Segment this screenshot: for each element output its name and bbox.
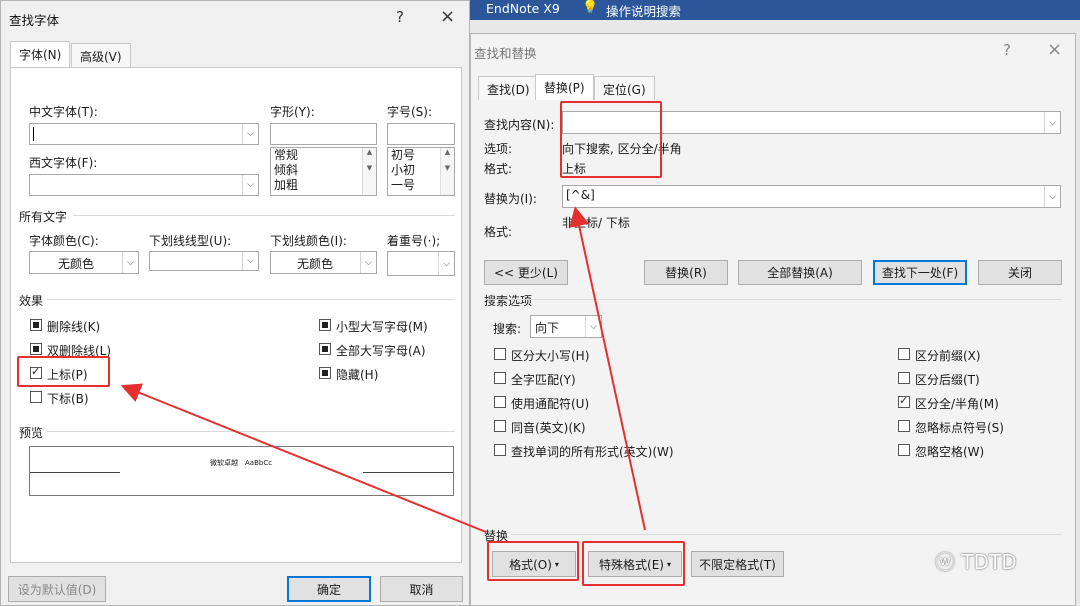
watermark: ⓦ TDTD	[935, 546, 1017, 575]
arrow-to-replace-field	[569, 206, 646, 531]
arrow-to-superscript	[120, 383, 487, 533]
watermark-text: TDTD	[961, 550, 1017, 574]
annotation-arrows	[120, 206, 646, 533]
wechat-icon: ⓦ	[935, 550, 955, 574]
